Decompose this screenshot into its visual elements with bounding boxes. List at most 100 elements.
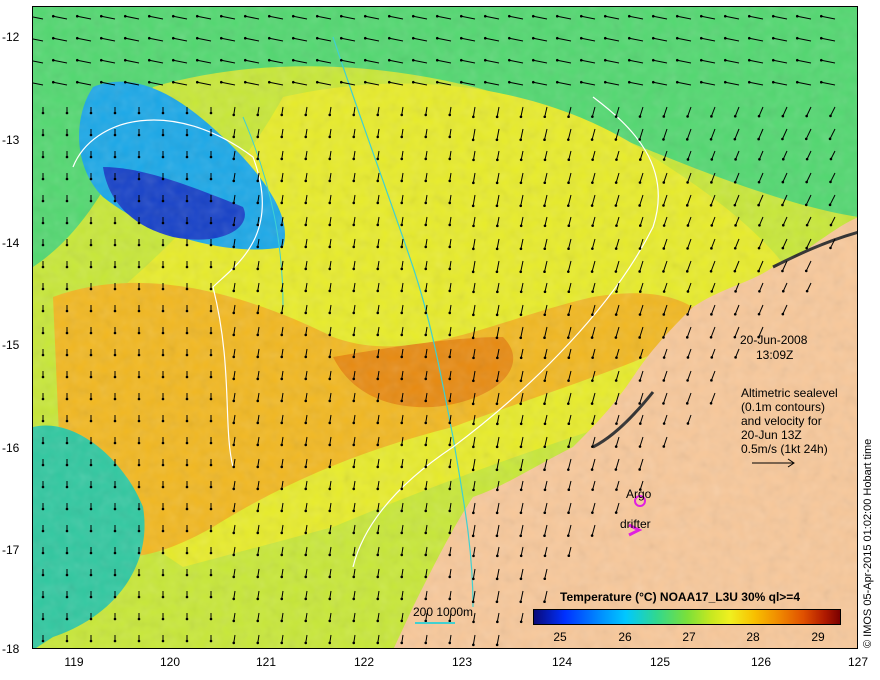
velocity-arrow-head [256, 267, 260, 271]
velocity-arrow-head [209, 177, 213, 181]
drifter-label: drifter [620, 517, 651, 531]
velocity-arrow-head [280, 179, 284, 183]
velocity-arrow-head [828, 203, 832, 207]
colorbar-tick: 28 [746, 630, 760, 644]
velocity-arrow-head [804, 203, 808, 207]
velocity-arrow-head [89, 353, 93, 357]
velocity-arrow-head [280, 377, 284, 381]
velocity-arrow-head [137, 111, 141, 115]
velocity-arrow-head [256, 311, 260, 315]
velocity-arrow-head [771, 80, 775, 84]
velocity-arrow-head [662, 247, 666, 250]
velocity-arrow-head [123, 36, 127, 40]
sst-map [32, 6, 858, 649]
velocity-arrow-head [448, 179, 452, 183]
velocity-arrow-head [685, 204, 689, 207]
velocity-arrow-head [89, 177, 93, 181]
velocity-arrow-head [411, 14, 415, 18]
velocity-arrow-head [352, 399, 356, 403]
velocity-arrow-head [555, 36, 559, 40]
velocity-arrow-head [41, 463, 45, 467]
velocity-arrow-head [543, 313, 547, 317]
velocity-arrow-head [448, 421, 452, 425]
velocity-arrow-head [89, 551, 93, 555]
velocity-arrow-head [638, 247, 642, 250]
velocity-arrow-head [615, 158, 618, 161]
velocity-arrow-head [209, 243, 213, 247]
velocity-arrow-head [171, 58, 175, 62]
velocity-arrow-head [519, 356, 523, 360]
velocity-arrow-head [328, 377, 332, 381]
velocity-arrow-head [137, 573, 141, 577]
velocity-arrow-head [567, 511, 570, 514]
credit-label: © IMOS 05-Apr-2015 01:02:00 Hobart time [862, 438, 874, 648]
velocity-arrow-head [89, 485, 93, 489]
velocity-arrow-head [304, 509, 308, 513]
velocity-arrow-head [328, 245, 332, 249]
colorbar-tick: 25 [553, 630, 567, 644]
velocity-arrow-head [256, 443, 260, 447]
velocity-arrow-head [161, 177, 165, 181]
velocity-arrow-head [448, 465, 452, 469]
velocity-arrow-head [710, 115, 713, 118]
velocity-arrow-head [424, 311, 428, 315]
velocity-arrow-head [590, 402, 594, 405]
velocity-arrow-head [280, 201, 284, 205]
velocity-arrow-head [161, 331, 165, 335]
velocity-arrow-head [209, 441, 213, 445]
velocity-arrow-head [795, 80, 799, 84]
velocity-arrow-head [531, 36, 535, 40]
velocity-arrow-head [256, 553, 260, 557]
velocity-arrow-head [256, 421, 260, 425]
velocity-arrow-head [543, 511, 547, 515]
x-tick-label: 124 [551, 655, 573, 669]
velocity-arrow-head [543, 379, 547, 383]
velocity-arrow-head [519, 402, 523, 406]
velocity-arrow-head [41, 595, 45, 599]
velocity-arrow-head [328, 465, 332, 469]
velocity-arrow-head [256, 157, 260, 161]
velocity-arrow-head [232, 223, 236, 227]
velocity-arrow-head [137, 243, 141, 247]
velocity-arrow-head [795, 14, 799, 18]
velocity-arrow-head [137, 397, 141, 401]
velocity-arrow-head [387, 58, 391, 62]
velocity-arrow-head [219, 58, 223, 62]
velocity-arrow-head [161, 199, 165, 203]
velocity-arrow-head [232, 333, 236, 337]
velocity-arrow-head [209, 375, 213, 379]
velocity-arrow-head [232, 531, 236, 535]
velocity-arrow-head [531, 14, 535, 18]
velocity-arrow-head [709, 401, 713, 405]
velocity-arrow-head [328, 201, 332, 205]
velocity-arrow-head [232, 157, 236, 161]
velocity-arrow-head [376, 575, 380, 579]
velocity-arrow-head [376, 399, 380, 403]
velocity-arrow-head [614, 270, 618, 273]
velocity-arrow-head [733, 180, 737, 184]
velocity-arrow-head [280, 113, 284, 117]
velocity-arrow-head [400, 267, 404, 271]
sst-noise [33, 7, 857, 648]
velocity-arrow-head [567, 270, 570, 273]
velocity-arrow-head [685, 336, 689, 339]
velocity-arrow-head [280, 399, 284, 403]
velocity-arrow-head [147, 80, 151, 84]
velocity-arrow-head [805, 180, 808, 184]
velocity-arrow-head [256, 377, 260, 381]
velocity-arrow-head [89, 441, 93, 445]
velocity-arrow-head [411, 58, 415, 62]
time-label: 13:09Z [756, 348, 794, 362]
velocity-arrow-head [113, 419, 117, 423]
velocity-scale-arrow-icon [752, 458, 795, 468]
velocity-arrow-head [113, 573, 117, 577]
velocity-arrow-head [819, 80, 823, 84]
velocity-arrow-head [89, 331, 93, 335]
velocity-arrow-head [685, 138, 689, 141]
velocity-arrow-head [709, 137, 713, 141]
velocity-arrow-head [376, 553, 380, 557]
velocity-arrow-head [781, 246, 785, 250]
velocity-arrow-head [638, 290, 642, 293]
velocity-arrow-head [328, 311, 332, 315]
velocity-arrow-head [733, 335, 737, 339]
